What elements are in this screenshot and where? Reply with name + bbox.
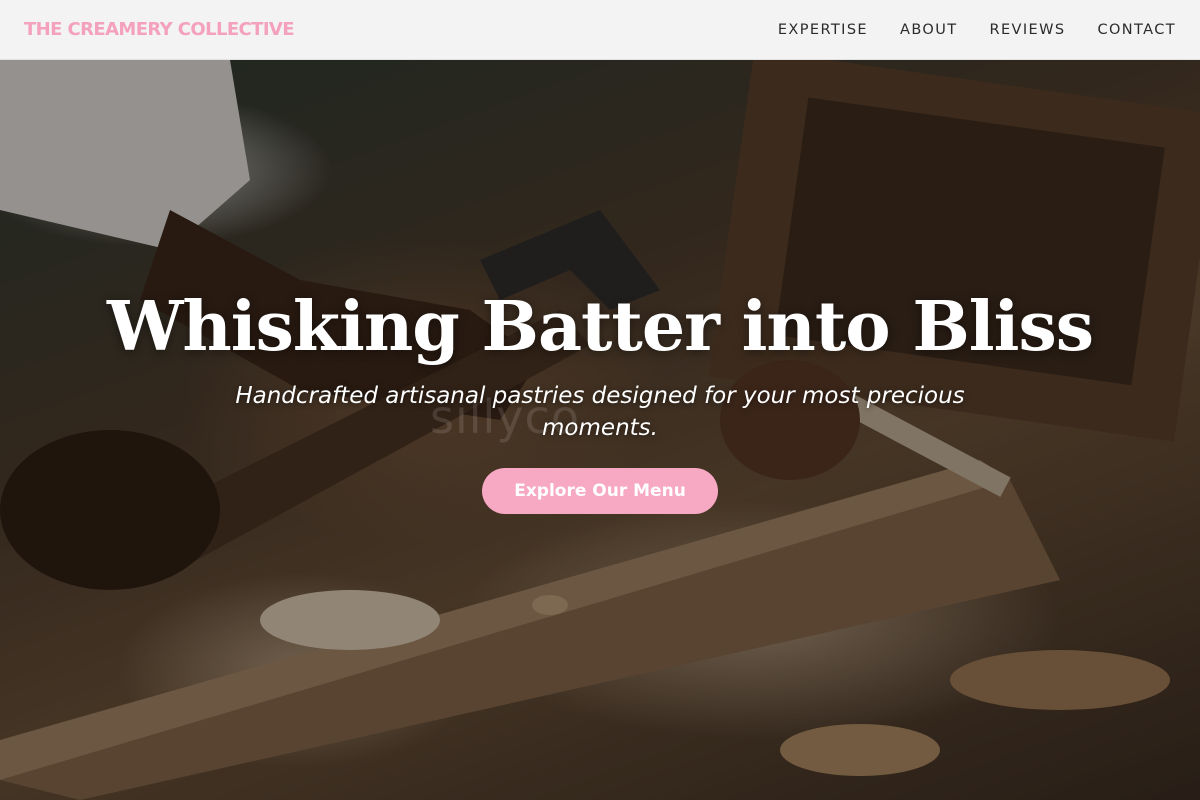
nav-item-reviews[interactable]: REVIEWS — [990, 22, 1066, 38]
hero-title: Whisking Batter into Bliss — [106, 287, 1094, 367]
nav-item-contact[interactable]: CONTACT — [1097, 22, 1176, 38]
hero-content: Whisking Batter into Bliss Handcrafted a… — [0, 287, 1200, 515]
hero-subtitle: Handcrafted artisanal pastries designed … — [235, 383, 965, 442]
main-nav: EXPERTISE ABOUT REVIEWS CONTACT — [778, 22, 1176, 38]
nav-item-expertise[interactable]: EXPERTISE — [778, 22, 868, 38]
explore-menu-button[interactable]: Explore Our Menu — [482, 468, 718, 515]
nav-item-about[interactable]: ABOUT — [900, 22, 958, 38]
brand-logo[interactable]: THE CREAMERY COLLECTIVE — [24, 19, 295, 40]
hero-section: sillyco Whisking Batter into Bliss Handc… — [0, 60, 1200, 800]
site-header: THE CREAMERY COLLECTIVE EXPERTISE ABOUT … — [0, 0, 1200, 60]
